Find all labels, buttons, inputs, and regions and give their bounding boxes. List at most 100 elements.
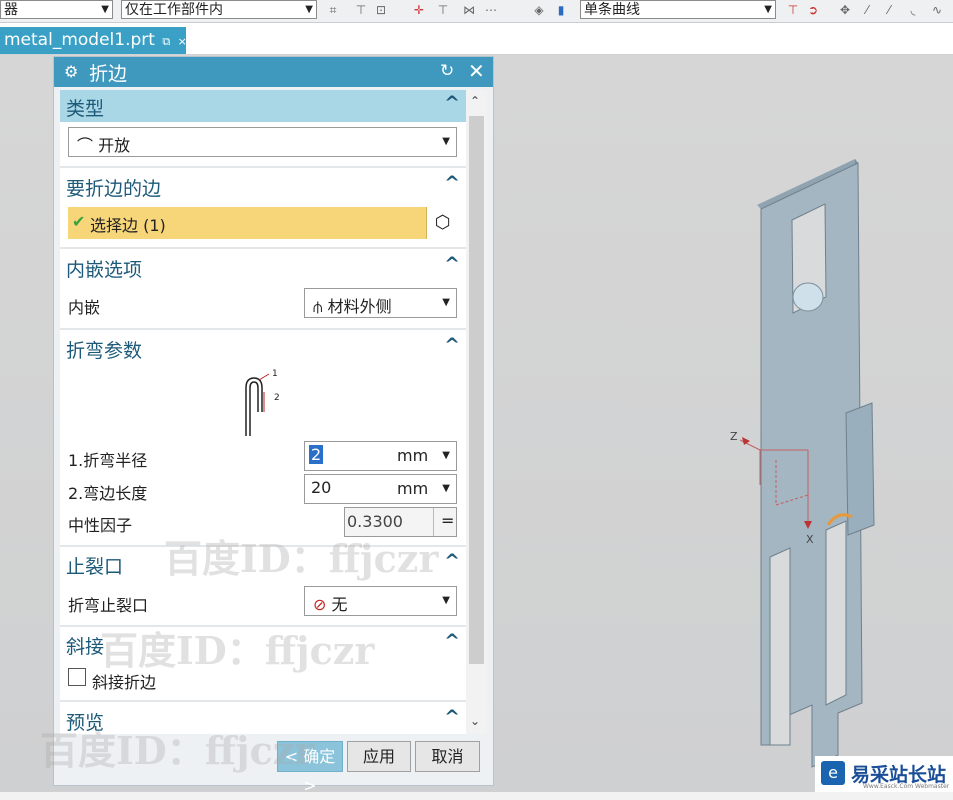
grid-icon[interactable]: ✥ [838,3,852,17]
bend-radius-value[interactable]: 2 [309,445,324,464]
detach-icon[interactable]: ⧉ [162,35,170,48]
chevron-down-icon[interactable]: ▼ [442,483,450,494]
apply-button[interactable]: 应用 [347,741,411,772]
check-icon: ✔ [72,212,86,231]
curve-rule-select[interactable]: 单条曲线 ▼ [580,0,776,19]
material-outside-icon: ⫛ [313,297,323,316]
section-label: 内嵌选项 [66,259,143,281]
select-box-icon[interactable]: ⊡ [374,3,388,17]
formula-button[interactable]: = [441,511,454,530]
divider [60,166,466,168]
spline-icon[interactable]: ∿ [930,3,944,17]
section-label: 止裂口 [66,556,124,578]
bend-radius-field[interactable]: 2 mm ▼ [304,441,457,471]
selection-scope-value: 仅在工作部件内 [125,2,223,18]
arc-icon[interactable]: ◟ [906,3,920,17]
chevron-up-icon[interactable]: ^ [444,92,460,114]
section-label: 类型 [66,98,105,120]
cancel-button[interactable]: 取消 [415,741,480,772]
filter-icon[interactable]: ⊤ [354,3,368,17]
tab-bar: metal_model1.prt ⧉ × [0,23,953,55]
dialog-title-bar[interactable]: ⚙ 折边 ↻ ✕ [54,57,493,87]
diagram-label-2: 2 [274,393,280,403]
watermark: 百度ID：ffjczr [100,628,375,673]
type-select[interactable]: ⌒ 开放 ▼ [68,127,457,157]
hole-icon[interactable]: ⊤ [436,3,450,17]
type-value: 开放 [98,136,131,155]
cube-select-icon[interactable]: ⬡ [426,207,458,239]
type-filter-select[interactable]: 器 ▼ [0,0,113,19]
section-label: 折弯参数 [66,340,143,362]
reset-icon[interactable]: ↻ [440,61,454,81]
chevron-up-icon[interactable]: ^ [444,630,460,652]
section-type-header[interactable]: 类型 ^ [60,90,466,122]
open-flange-icon: ⌒ [77,136,94,155]
flange-length-value[interactable]: 20 [311,478,331,497]
scroll-up-icon[interactable]: ⌃ [470,94,480,108]
selection-scope-select[interactable]: 仅在工作部件内 ▼ [121,0,317,19]
dialog-scrollbar[interactable]: ⌃ ⌄ [466,90,487,734]
chevron-up-icon[interactable]: ^ [444,172,460,194]
point-icon[interactable]: ✛ [412,3,426,17]
divider [60,328,466,330]
chevron-down-icon[interactable]: ▼ [442,450,450,461]
section-label: 要折边的边 [66,178,162,200]
watermark: 百度ID：ffjczr [164,536,439,581]
x-axis-label: X [806,533,814,546]
chevron-up-icon[interactable]: ^ [444,334,460,356]
close-tab-icon[interactable]: × [178,35,187,48]
flange-length-label: 2.弯边长度 [68,484,148,503]
select-edge-label: 选择边 (1) [90,216,166,235]
divider [60,700,466,702]
chevron-up-icon[interactable]: ^ [444,253,460,275]
scrollbar-thumb[interactable] [469,116,484,664]
scroll-down-icon[interactable]: ⌄ [470,714,480,728]
watermark: 百度ID：ffjczr [40,728,315,773]
diagram-label-1: 1 [272,369,278,379]
close-icon[interactable]: ✕ [468,59,485,83]
section-inset-header[interactable]: 内嵌选项 ^ [60,251,466,283]
curve-rule-value: 单条曲线 [584,2,640,18]
chevron-down-icon: ▼ [442,297,450,308]
face-select-icon[interactable]: ⋯ [484,3,498,17]
flange-length-unit: mm [397,479,429,498]
chevron-down-icon: ▼ [305,4,313,15]
k-factor-label: 中性因子 [68,516,133,535]
inset-label: 内嵌 [68,298,101,317]
flange-dialog: ⚙ 折边 ↻ ✕ 类型 ^ ⌒ 开放 ▼ 要折边的边 ^ ✔ 选择边 (1) ⬡… [53,56,494,795]
chevron-up-icon[interactable]: ^ [444,550,460,572]
inset-select[interactable]: ⫛ 材料外侧 ▼ [304,288,457,318]
chevron-down-icon: ▼ [101,4,109,15]
none-icon: ⊘ [313,595,327,614]
book-icon[interactable]: ▮ [554,3,568,17]
logo-subtitle: Www.Easck.Com Webmaster [863,783,950,790]
follow-fillet-icon[interactable]: ➲ [806,3,820,17]
inset-value: 材料外侧 [327,297,392,316]
line-icon[interactable]: ⁄ [860,3,874,17]
stop-at-intersection-icon[interactable]: ⊤ [786,3,800,17]
flange-length-field[interactable]: 20 mm ▼ [304,474,457,504]
miter-flange-checkbox[interactable] [68,668,86,686]
gear-icon: ⚙ [64,62,79,81]
chevron-down-icon: ▼ [442,595,450,606]
tab-filename: metal_model1.prt [4,30,155,50]
chevron-up-icon[interactable]: ^ [444,706,460,728]
type-filter-value: 器 [4,2,18,18]
top-toolbar: 器 ▼ 仅在工作部件内 ▼ ⌗ ⊤ ⊡ ✛ ⊤ ⋈ ⋯ ◈ ▮ 单条曲线 ▼ ⊤ ➲ … [0,0,953,23]
line-icon-2[interactable]: ⁄ [882,3,896,17]
select-edge-row[interactable]: ✔ 选择边 (1) ⬡ [68,207,458,239]
section-bend-header[interactable]: 折弯参数 ^ [60,332,466,364]
bend-relief-select[interactable]: ⊘ 无 ▼ [304,586,457,616]
edge-select-icon[interactable]: ⋈ [462,3,476,17]
bend-relief-value: 无 [331,595,348,614]
tab-metal-model[interactable]: metal_model1.prt ⧉ × [0,27,187,54]
dialog-title: 折边 [89,63,128,85]
site-logo: e 易采站长站 Www.Easck.Com Webmaster [815,756,953,792]
section-label: 斜接 [66,636,105,658]
section-edge-header[interactable]: 要折边的边 ^ [60,170,466,202]
snap-icon[interactable]: ⌗ [326,3,340,17]
bend-diagram [245,373,270,436]
logo-mark-icon: e [821,761,845,785]
bend-relief-label: 折弯止裂口 [68,596,149,615]
view-icon[interactable]: ◈ [532,3,546,17]
